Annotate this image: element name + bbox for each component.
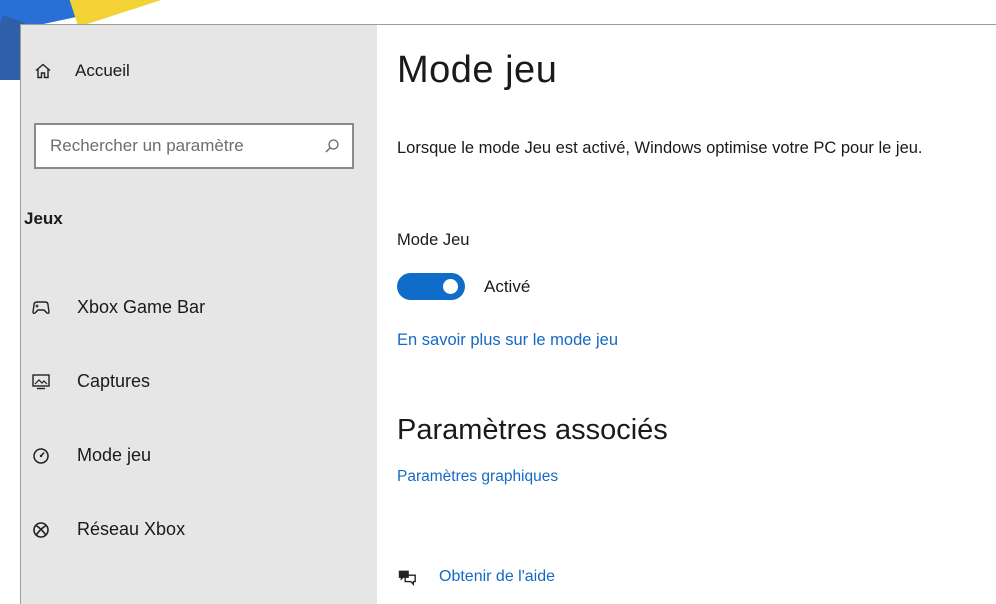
captures-icon — [31, 372, 51, 392]
home-icon — [33, 61, 53, 81]
sidebar-item-label: Accueil — [75, 61, 130, 80]
sidebar-item-label: Xbox Game Bar — [77, 297, 206, 317]
sidebar-item-xbox-game-bar[interactable]: Xbox Game Bar — [31, 297, 205, 318]
sidebar-item-label: Réseau Xbox — [77, 519, 186, 539]
page-title: Mode jeu — [397, 49, 558, 91]
sidebar-item-home[interactable]: Accueil — [33, 61, 130, 81]
sidebar-item-captures[interactable]: Captures — [31, 371, 150, 392]
sidebar: Accueil Jeux Xbox Game Bar Captures — [21, 25, 377, 604]
help-row[interactable]: Obtenir de l'aide — [397, 567, 555, 587]
xbox-game-bar-icon — [31, 298, 51, 318]
get-help-link[interactable]: Obtenir de l'aide — [439, 568, 555, 586]
game-mode-icon — [31, 446, 51, 466]
sidebar-section-title: Jeux — [24, 209, 63, 228]
game-mode-toggle[interactable] — [397, 273, 465, 300]
page-description: Lorsque le mode Jeu est activé, Windows … — [397, 139, 923, 157]
xbox-icon — [31, 520, 51, 540]
help-chat-icon — [397, 567, 417, 587]
search-icon[interactable] — [322, 136, 342, 156]
sidebar-item-game-mode[interactable]: Mode jeu — [31, 445, 151, 466]
related-settings-title: Paramètres associés — [397, 414, 668, 446]
search-input[interactable] — [50, 136, 322, 156]
graphics-settings-link[interactable]: Paramètres graphiques — [397, 468, 558, 486]
toggle-state-text: Activé — [484, 277, 531, 296]
sidebar-item-xbox-network[interactable]: Réseau Xbox — [31, 519, 185, 540]
learn-more-link[interactable]: En savoir plus sur le mode jeu — [397, 331, 618, 350]
game-mode-toggle-label: Mode Jeu — [397, 231, 470, 249]
sidebar-item-label: Captures — [77, 371, 151, 391]
settings-window: Accueil Jeux Xbox Game Bar Captures — [20, 24, 996, 604]
toggle-knob — [443, 279, 458, 294]
main-content: Mode jeu Lorsque le mode Jeu est activé,… — [377, 25, 996, 604]
search-box[interactable] — [34, 123, 354, 169]
sidebar-item-label: Mode jeu — [77, 445, 152, 465]
